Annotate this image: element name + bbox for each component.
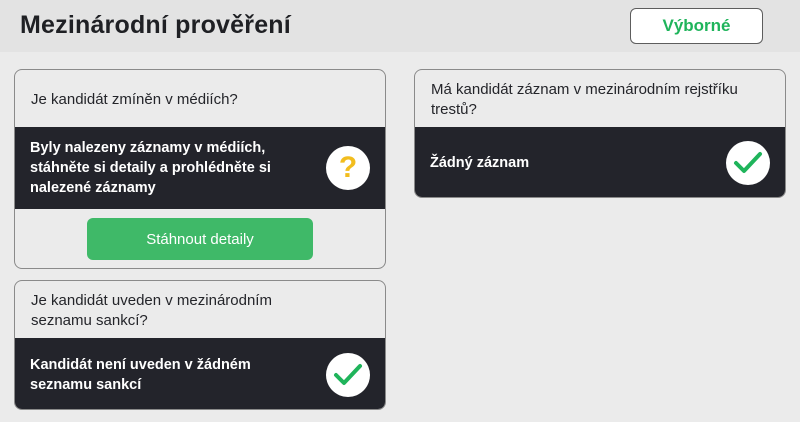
page-header: Mezinárodní prověření Výborné [0,0,800,52]
sanctions-result-text: Kandidát není uveden v žádném seznamu sa… [30,356,251,393]
sanctions-check-card: Je kandidát uveden v mezinárodním seznam… [14,280,386,410]
sanctions-result-bar: Kandidát není uveden v žádném seznamu sa… [15,338,385,409]
media-check-card: Je kandidát zmíněn v médiích? Byly nalez… [14,69,386,269]
criminal-record-check-card: Má kandidát záznam v mezinárodním rejstř… [414,69,786,198]
question-icon: ? [338,151,358,184]
media-result-bar: Byly nalezeny záznamy v médiích, stáhnět… [15,127,385,209]
page-title: Mezinárodní prověření [20,11,291,39]
criminal-record-result-text: Žádný záznam [430,155,530,171]
download-details-button[interactable]: Stáhnout detaily [87,218,313,260]
screening-page: Mezinárodní prověření Výborné Je kandidá… [0,0,800,422]
media-question: Je kandidát zmíněn v médiích? [31,91,238,108]
media-result-text: Byly nalezeny záznamy v médiích, stáhnět… [30,140,271,196]
sanctions-question: Je kandidát uveden v mezinárodním seznam… [31,292,272,329]
checkmark-icon [334,364,362,385]
status-indicator: ? [326,146,370,190]
rating-badge: Výborné [630,8,763,44]
criminal-record-question: Má kandidát záznam v mezinárodním rejstř… [431,81,738,118]
criminal-record-result-bar: Žádný záznam [415,127,785,197]
status-indicator [326,353,370,397]
checkmark-icon [734,152,762,173]
status-indicator [726,141,770,185]
